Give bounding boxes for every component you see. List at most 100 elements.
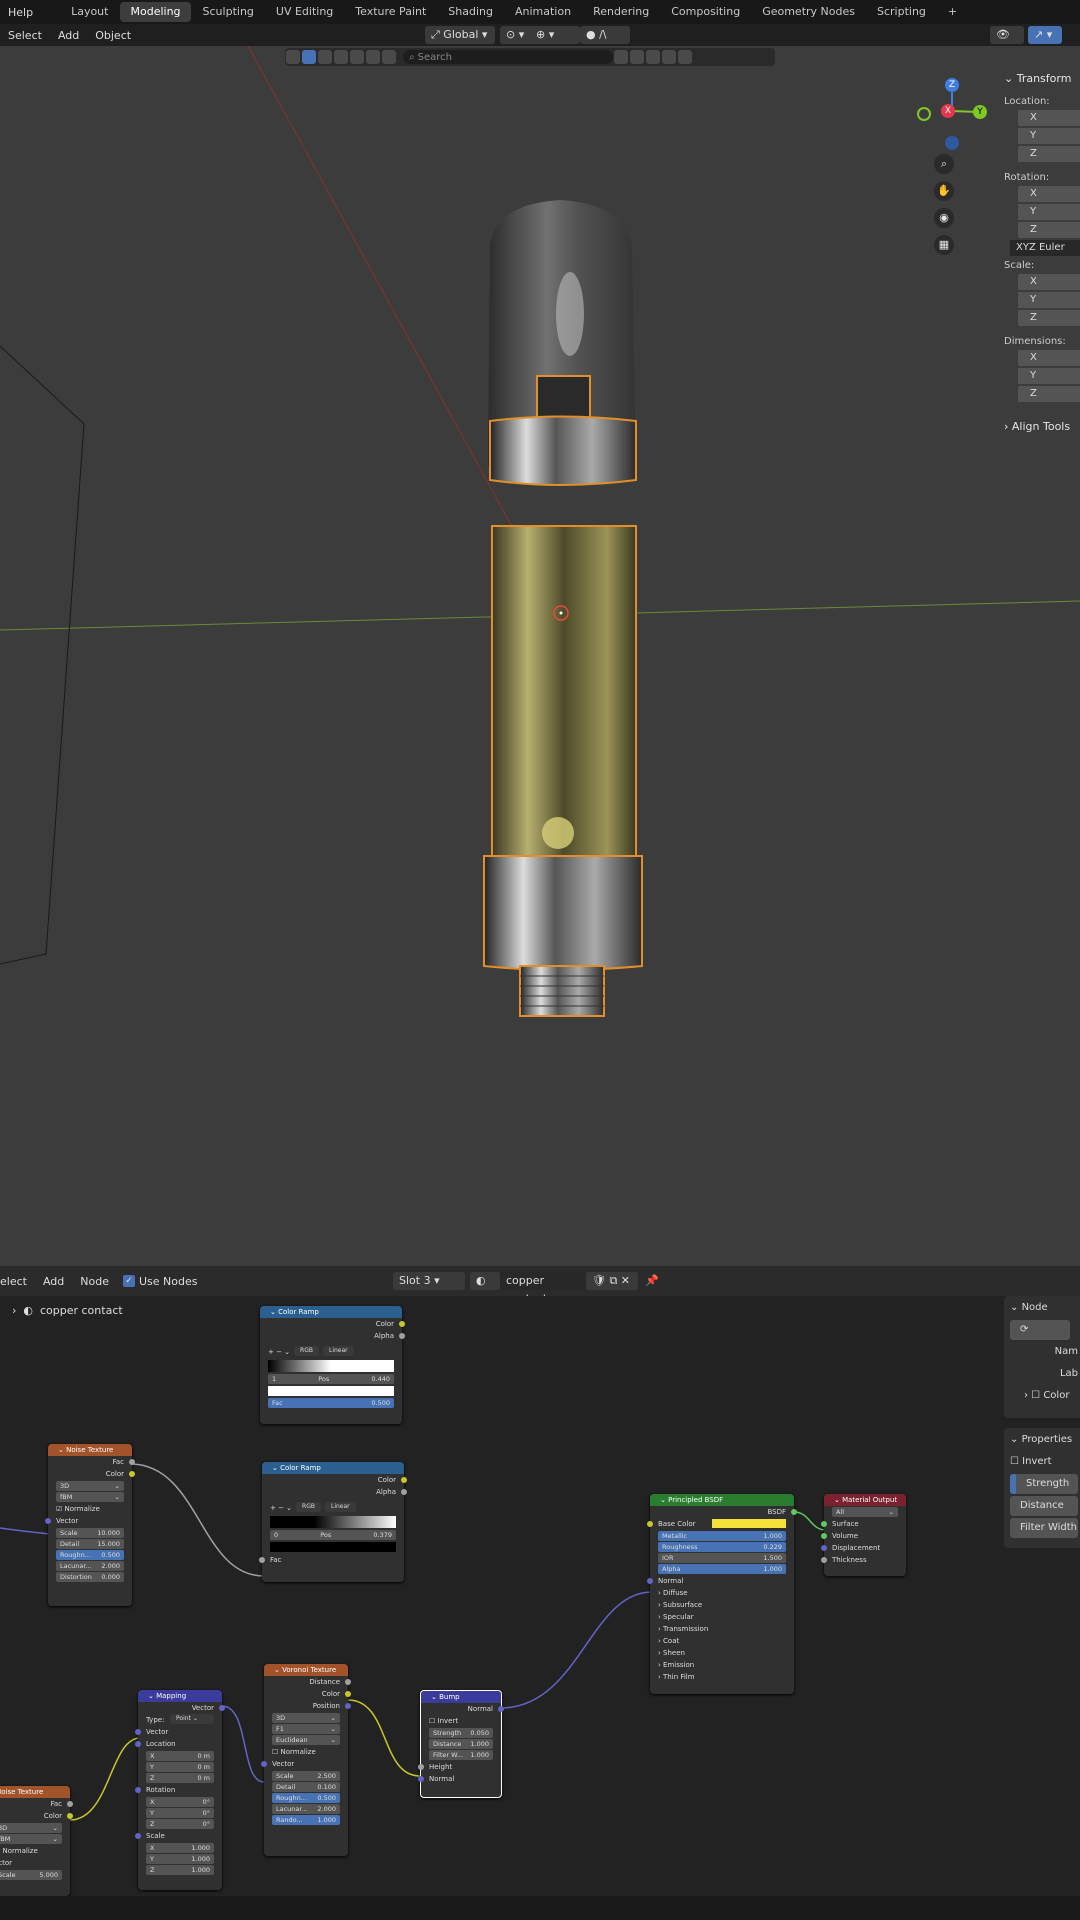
dimensions-x[interactable]: X — [1018, 350, 1080, 366]
node-refresh-button[interactable]: ⟳ — [1010, 1320, 1070, 1340]
node-editor[interactable]: › ◐ copper contact ⌄ Color Ramp Color Al… — [0, 1296, 1080, 1896]
invert-checkbox-side[interactable]: ☐ Invert — [1010, 1452, 1078, 1472]
tab-animation[interactable]: Animation — [505, 2, 581, 22]
menu-add-node[interactable]: Add — [35, 1275, 72, 1288]
type-dropdown[interactable]: Type: Point ⌄ — [138, 1714, 222, 1726]
tab-sculpting[interactable]: Sculpting — [193, 2, 264, 22]
panel-diffuse[interactable]: › Diffuse — [650, 1587, 794, 1599]
normalize-checkbox[interactable]: ☐ Normalize — [264, 1746, 348, 1758]
material-output-node[interactable]: ⌄ Material Output All ⌄ Surface Volume Di… — [821, 1494, 906, 1576]
type-dropdown[interactable]: fBM⌄ — [56, 1492, 124, 1502]
panel-transmission[interactable]: › Transmission — [650, 1623, 794, 1635]
gizmo-z-button[interactable]: Z — [945, 78, 959, 92]
panel-specular[interactable]: › Specular — [650, 1611, 794, 1623]
panel-subsurface[interactable]: › Subsurface — [650, 1599, 794, 1611]
location-x[interactable]: X — [1018, 110, 1080, 126]
scale-y[interactable]: Y — [1018, 292, 1080, 308]
bookmark-icon[interactable] — [630, 50, 644, 64]
select-box-icon[interactable] — [286, 50, 300, 64]
gizmo-neg-z[interactable] — [945, 136, 959, 150]
node-header[interactable]: ⌄ Noise Texture — [48, 1444, 132, 1456]
node-header[interactable]: ⌄ Voronoi Texture — [264, 1664, 348, 1676]
slot-dropdown[interactable]: Slot 3 ▾ — [393, 1272, 465, 1290]
tab-uv-editing[interactable]: UV Editing — [266, 2, 343, 22]
pin-icon[interactable]: 📌 — [645, 1274, 659, 1287]
properties-header[interactable]: ⌄ Properties — [1010, 1430, 1078, 1450]
location-y[interactable]: Y — [1018, 128, 1080, 144]
camera-icon[interactable]: ◉ — [934, 208, 954, 228]
search-field[interactable]: ⌕ Search — [403, 50, 613, 64]
loc-y[interactable]: Y0 m — [146, 1762, 214, 1772]
menu-help[interactable]: Help — [0, 6, 41, 19]
layout-icon[interactable] — [646, 50, 660, 64]
rotation-mode-dropdown[interactable]: XYZ Euler — [1010, 240, 1080, 256]
field-distortion[interactable]: Distortion 0.000 — [56, 1572, 124, 1582]
node-header[interactable]: ⌄ Principled BSDF — [650, 1494, 794, 1506]
menu-object[interactable]: Object — [87, 29, 139, 42]
tab-shading[interactable]: Shading — [438, 2, 503, 22]
dimensions-y[interactable]: Y — [1018, 368, 1080, 384]
scale-z[interactable]: Z 1.000 — [146, 1865, 214, 1875]
field-metallic[interactable]: Metallic 1.000 — [658, 1531, 786, 1541]
field-roughness[interactable]: Roughn... 0.500 — [272, 1793, 340, 1803]
ramp-stop-fields[interactable]: 1 Pos 0.440 — [268, 1374, 394, 1384]
tab-geometry-nodes[interactable]: Geometry Nodes — [752, 2, 865, 22]
scale-z[interactable]: Z — [1018, 310, 1080, 326]
target-dropdown[interactable]: All ⌄ — [832, 1507, 898, 1517]
rot-x[interactable]: X 0° — [146, 1797, 214, 1807]
invert-checkbox[interactable]: ☐ Invert — [421, 1715, 501, 1727]
material-actions[interactable]: 🛡 ⧉ ✕ — [586, 1272, 638, 1290]
gizmo-y-button[interactable]: Y — [973, 105, 987, 119]
metric-dropdown[interactable]: Euclidean ⌄ — [272, 1735, 340, 1745]
noise-texture-node-1[interactable]: ⌄ Noise Texture Fac Color 3D ⌄ fBM ⌄ ☑ Nor… — [45, 1444, 135, 1606]
scale-y[interactable]: Y 1.000 — [146, 1854, 214, 1864]
input-base-color[interactable]: Base Color — [647, 1518, 794, 1530]
feature-dropdown[interactable]: F1 ⌄ — [272, 1724, 340, 1734]
rotation-z[interactable]: Z — [1018, 222, 1080, 238]
node-header[interactable]: ⌄ Mapping — [138, 1690, 222, 1702]
ramp-controls[interactable]: + − ⌄ RGB Linear — [260, 1346, 402, 1358]
normalize-checkbox[interactable]: ☑ Normalize — [48, 1503, 132, 1515]
mapping-node[interactable]: ⌄ Mapping Vector Type: Point ⌄ Vector Loc… — [135, 1690, 225, 1890]
field-lacunarity[interactable]: Lacunar... 2.000 — [272, 1804, 340, 1814]
field-ior[interactable]: IOR 1.500 — [658, 1553, 786, 1563]
distance-field[interactable]: Distance — [1010, 1496, 1078, 1516]
loc-x[interactable]: X0 m — [146, 1751, 214, 1761]
strength-field[interactable]: Strength — [1010, 1474, 1078, 1494]
fac-field[interactable]: Fac 0.500 — [268, 1398, 394, 1408]
tab-scripting[interactable]: Scripting — [867, 2, 936, 22]
dimensions-z[interactable]: Z — [1018, 386, 1080, 402]
color-ramp-node-2[interactable]: ⌄ Color Ramp Color Alpha + − ⌄ RGB Linear… — [259, 1462, 407, 1582]
3d-viewport[interactable]: Z Y X ⌕ ✋ ◉ ▦ ⌕ Search ⌄ Transform Locat… — [0, 46, 1080, 1266]
ramp-controls[interactable]: + − ⌄ RGB Linear — [262, 1502, 404, 1514]
field-strength[interactable]: Strength 0.050 — [429, 1728, 493, 1738]
rotation-y[interactable]: Y — [1018, 204, 1080, 220]
panel-sheen[interactable]: › Sheen — [650, 1647, 794, 1659]
pan-hand-icon[interactable]: ✋ — [934, 181, 954, 201]
mode-icon[interactable] — [302, 50, 316, 64]
voronoi-texture-node[interactable]: ⌄ Voronoi Texture Distance Color Positio… — [261, 1664, 351, 1856]
overlay-icon[interactable] — [366, 50, 380, 64]
ramp-stop-color[interactable] — [268, 1386, 394, 1396]
tab-compositing[interactable]: Compositing — [661, 2, 750, 22]
dimension-dropdown[interactable]: 3D ⌄ — [56, 1481, 124, 1491]
menu-select[interactable]: Select — [0, 29, 50, 42]
node-panel-header[interactable]: ⌄ Node — [1010, 1298, 1078, 1318]
dimension-dropdown[interactable]: 3D ⌄ — [272, 1713, 340, 1723]
rot-y[interactable]: Y 0° — [146, 1808, 214, 1818]
menu-add[interactable]: Add — [50, 29, 87, 42]
add-workspace-button[interactable]: + — [938, 2, 967, 22]
use-nodes-checkbox[interactable]: ✓ — [122, 1275, 135, 1287]
node-header[interactable]: ⌄ Color Ramp — [260, 1306, 402, 1318]
gizmo-toggle[interactable]: ↗ ▾ — [1028, 26, 1062, 44]
principled-bsdf-node[interactable]: ⌄ Principled BSDF BSDF Base Color Metall… — [647, 1494, 797, 1694]
menu-node[interactable]: Node — [72, 1275, 117, 1288]
rot-z[interactable]: Z 0° — [146, 1819, 214, 1829]
dimension-dropdown[interactable]: 3D ⌄ — [0, 1823, 62, 1833]
node-header[interactable]: ⌄ Bump — [421, 1691, 501, 1703]
material-browse[interactable]: ◐ ▾ — [470, 1272, 500, 1305]
loc-z[interactable]: Z0 m — [146, 1773, 214, 1783]
proportional-edit[interactable]: ● /\ — [580, 26, 630, 44]
field-detail[interactable]: Detail 0.100 — [272, 1782, 340, 1792]
bump-node[interactable]: ⌄ Bump Normal ☐ Invert Strength 0.050 Dis… — [418, 1690, 504, 1798]
